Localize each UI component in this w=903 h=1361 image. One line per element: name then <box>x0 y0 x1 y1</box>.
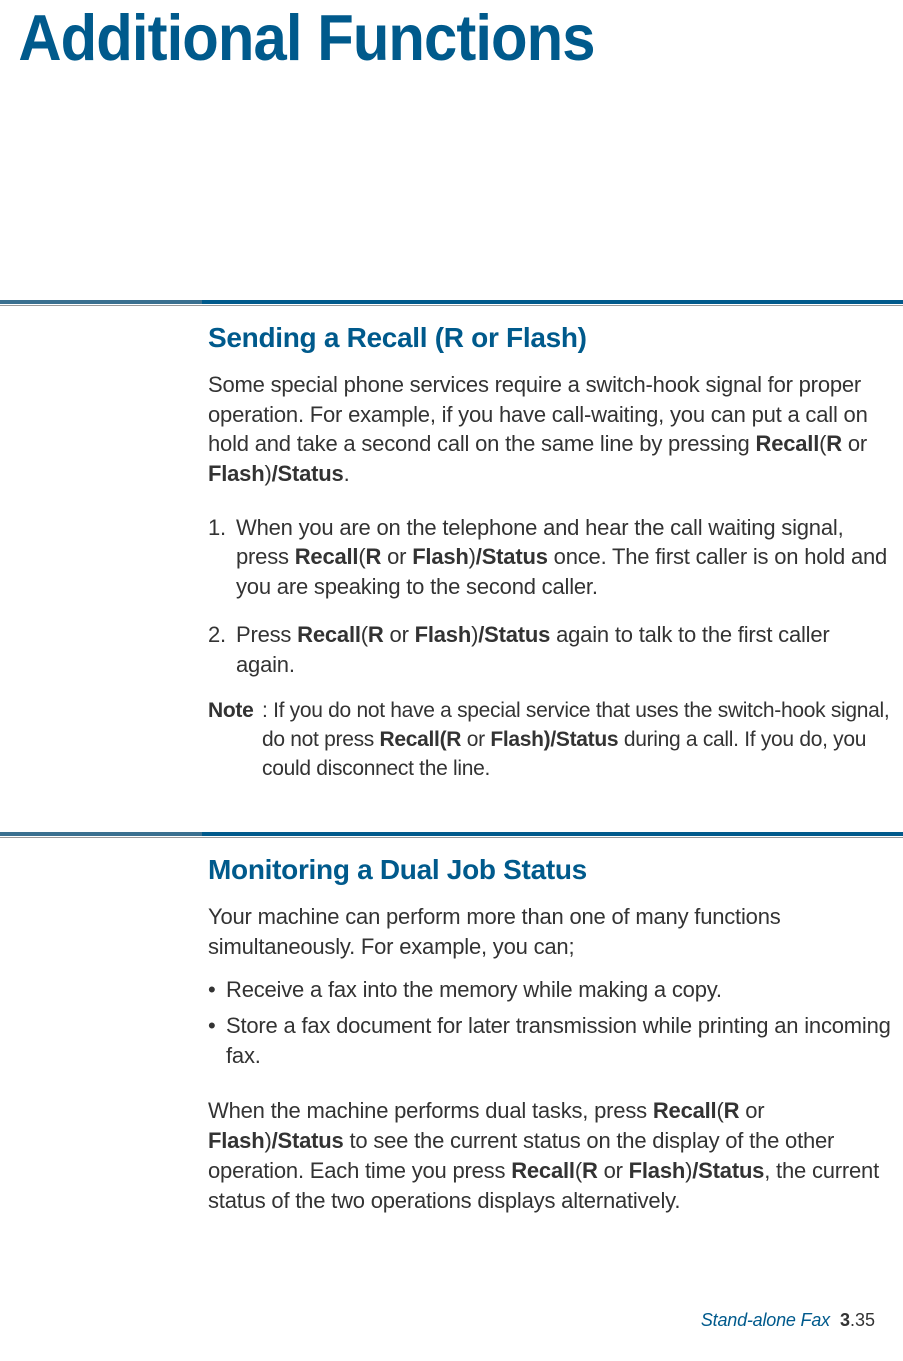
text: When the machine performs dual tasks, pr… <box>208 1098 653 1123</box>
step-number: 1. <box>208 513 236 602</box>
chapter-title: Additional Functions <box>0 0 831 75</box>
key-status: /Status <box>272 1128 344 1153</box>
key-recall: Recall <box>297 622 361 647</box>
key-status: /Status <box>272 461 344 486</box>
key-flash: Flash <box>208 461 264 486</box>
key-recall: Recall <box>511 1158 575 1183</box>
text: Press <box>236 622 297 647</box>
section-divider <box>0 832 903 838</box>
note-body: : If you do not have a special service t… <box>262 697 891 784</box>
key-flash: Flash <box>412 544 468 569</box>
text: or <box>461 728 490 751</box>
step-1: 1. When you are on the telephone and hea… <box>208 513 891 602</box>
note-label: Note <box>208 697 262 784</box>
key-r: R <box>365 544 381 569</box>
bullet-body: Store a fax document for later transmiss… <box>226 1011 891 1070</box>
section-heading-recall: Sending a Recall (R or Flash) <box>208 322 891 354</box>
key-flash: Flash <box>208 1128 264 1153</box>
section-recall: Sending a Recall (R or Flash) Some speci… <box>208 322 891 784</box>
key-r: R <box>582 1158 598 1183</box>
section-heading-dualjob: Monitoring a Dual Job Status <box>208 854 891 886</box>
page-footer: Stand-alone Fax 3.35 <box>701 1310 875 1331</box>
key-recall: Recall <box>653 1098 717 1123</box>
text: or <box>381 544 412 569</box>
bullet-body: Receive a fax into the memory while maki… <box>226 975 891 1005</box>
text: or <box>842 431 867 456</box>
bullet-dot: • <box>208 1011 226 1070</box>
text: ( <box>361 622 368 647</box>
step-number: 2. <box>208 620 236 679</box>
key-flash-status: Flash)/Status <box>490 728 618 751</box>
text: ( <box>575 1158 582 1183</box>
intro-paragraph: Some special phone services require a sw… <box>208 370 891 489</box>
text: ) <box>264 1128 271 1153</box>
text: ( <box>716 1098 723 1123</box>
key-status: /Status <box>692 1158 764 1183</box>
step-body: Press Recall(R or Flash)/Status again to… <box>236 620 891 679</box>
text: . <box>344 461 350 486</box>
key-status: /Status <box>476 544 548 569</box>
bullet-dot: • <box>208 975 226 1005</box>
footer-page-number: 3.35 <box>840 1310 875 1331</box>
text: or <box>739 1098 764 1123</box>
step-body: When you are on the telephone and hear t… <box>236 513 891 602</box>
key-recall: Recall(R <box>380 728 462 751</box>
text: or <box>384 622 415 647</box>
key-flash: Flash <box>629 1158 685 1183</box>
key-r: R <box>724 1098 740 1123</box>
key-flash: Flash <box>415 622 471 647</box>
section-dual-job: Monitoring a Dual Job Status Your machin… <box>208 854 891 1229</box>
text: ) <box>469 544 476 569</box>
text: or <box>598 1158 629 1183</box>
note-block: Note : If you do not have a special serv… <box>208 697 891 784</box>
step-2: 2. Press Recall(R or Flash)/Status again… <box>208 620 891 679</box>
key-status: /Status <box>478 622 550 647</box>
body-paragraph: When the machine performs dual tasks, pr… <box>208 1096 891 1215</box>
key-recall: Recall <box>756 431 820 456</box>
bullet-item: • Store a fax document for later transmi… <box>208 1011 891 1070</box>
key-r: R <box>826 431 842 456</box>
key-recall: Recall <box>295 544 359 569</box>
section-divider <box>0 300 903 306</box>
key-r: R <box>368 622 384 647</box>
bullet-item: • Receive a fax into the memory while ma… <box>208 975 891 1005</box>
footer-section-name: Stand-alone Fax <box>701 1310 830 1331</box>
intro-paragraph: Your machine can perform more than one o… <box>208 902 891 961</box>
text: ) <box>264 461 271 486</box>
